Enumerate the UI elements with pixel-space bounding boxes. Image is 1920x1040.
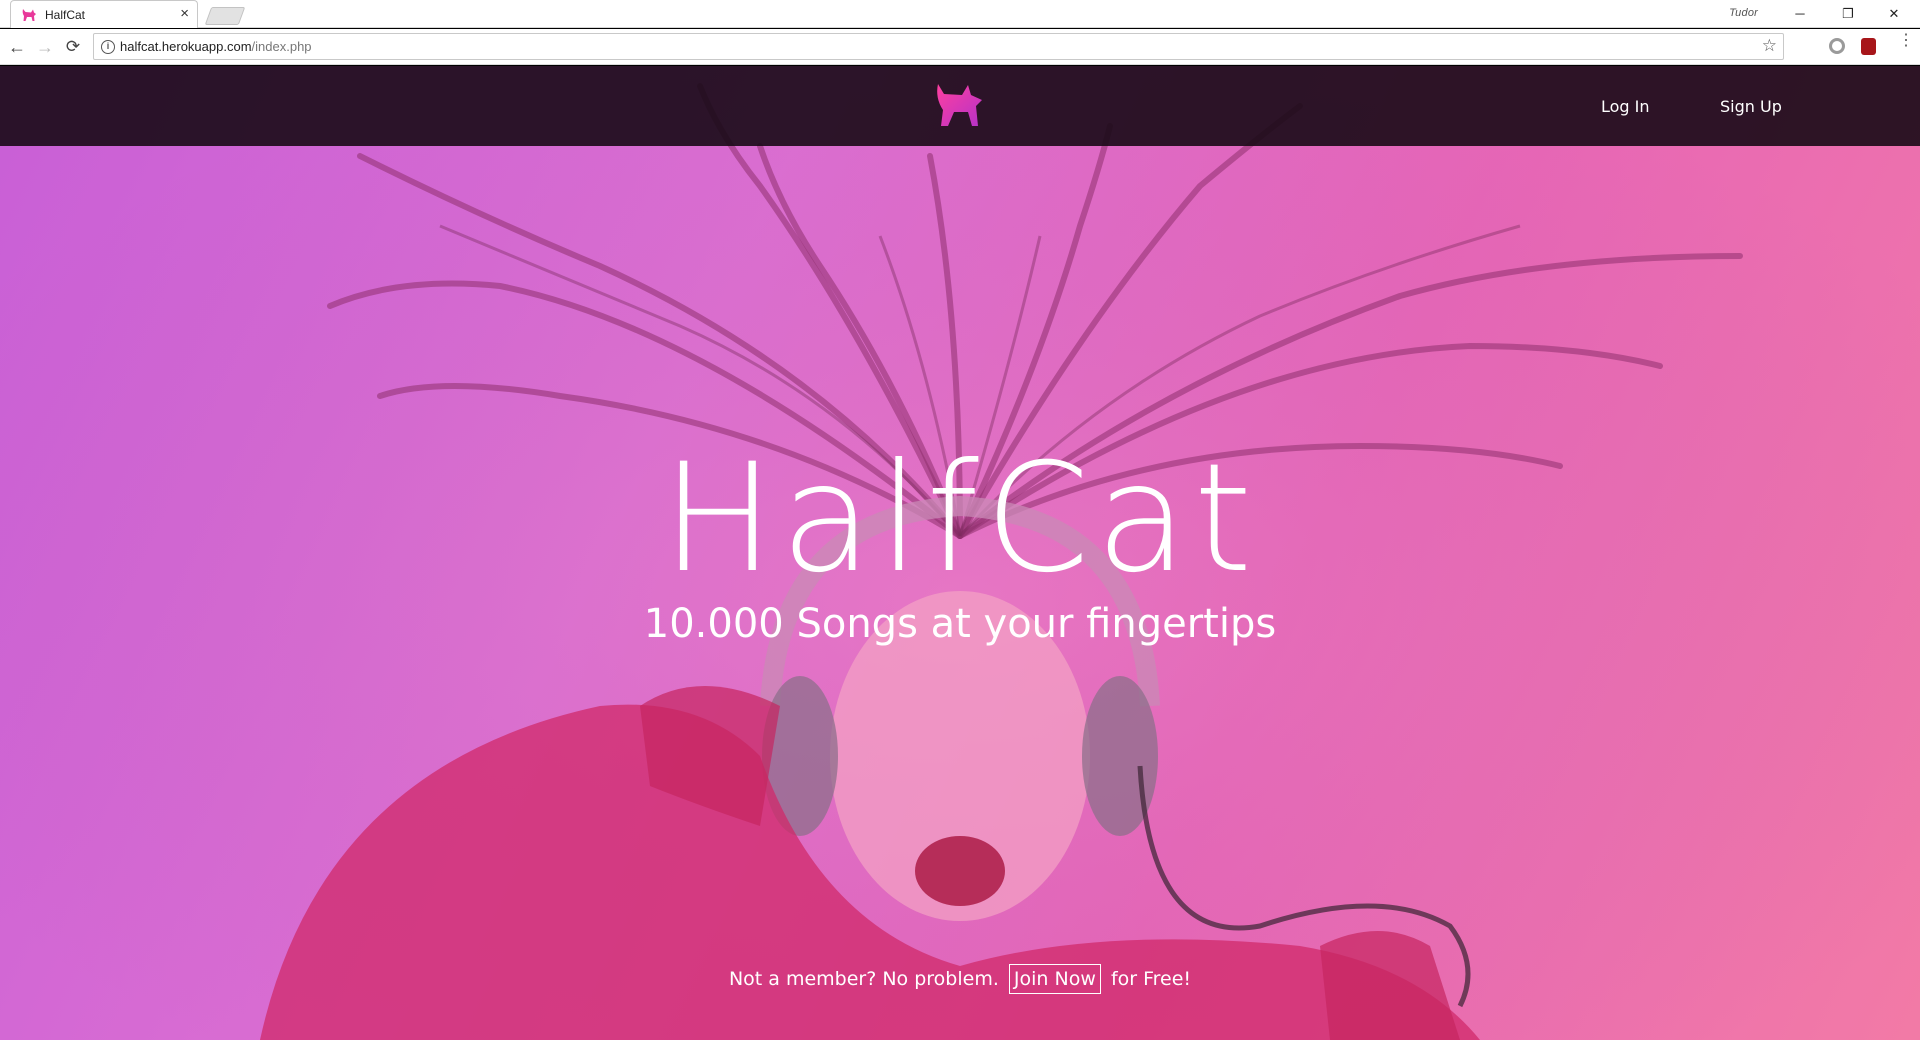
address-bar[interactable]: i halfcat.herokuapp.com/index.php ☆ [93,33,1784,60]
close-window-icon[interactable]: ✕ [1874,2,1914,26]
back-arrow-icon[interactable]: ← [6,36,28,58]
browser-toolbar: ← → ⟳ i halfcat.herokuapp.com/index.php … [0,29,1920,65]
new-tab-button[interactable] [204,7,246,25]
reload-icon[interactable]: ⟳ [62,36,84,58]
url-path: /index.php [251,39,312,54]
url-text[interactable]: halfcat.herokuapp.com/index.php [120,39,312,54]
join-now-button[interactable]: Join Now [1008,964,1101,994]
cat-favicon-icon [22,9,36,21]
tab-title: HalfCat [45,8,86,22]
hero-cta: Not a member? No problem. Join Now for F… [0,964,1920,994]
halfcat-logo-icon[interactable] [932,80,986,130]
browser-tab[interactable]: HalfCat × [10,0,198,28]
hero-subtitle: 10.000 Songs at your fingertips [643,601,1277,647]
ublock-extension-icon[interactable] [1861,38,1876,55]
site-info-icon[interactable]: i [101,40,115,54]
forward-arrow-icon[interactable]: → [34,36,56,58]
tab-close-icon[interactable]: × [180,6,189,22]
signup-link[interactable]: Sign Up [1720,97,1782,116]
site-navbar: Log In Sign Up [0,66,1920,146]
extension-icon[interactable] [1829,38,1845,54]
url-host: halfcat.herokuapp.com [120,39,252,54]
browser-tab-bar: HalfCat × Tudor ─ ❐ ✕ [0,0,1920,28]
browser-menu-icon[interactable]: ⋮ [1898,33,1914,49]
cta-suffix: for Free! [1110,968,1192,990]
cta-prefix: Not a member? No problem. [728,968,999,990]
login-link[interactable]: Log In [1601,97,1650,116]
page-viewport: Log In Sign Up HalfCat 10.000 Songs at y… [0,66,1920,1040]
bookmark-star-icon[interactable]: ☆ [1762,36,1777,56]
restore-icon[interactable]: ❐ [1828,2,1868,26]
profile-name[interactable]: Tudor [1729,7,1758,19]
minimize-icon[interactable]: ─ [1780,2,1820,26]
hero-title: HalfCat [661,432,1259,606]
